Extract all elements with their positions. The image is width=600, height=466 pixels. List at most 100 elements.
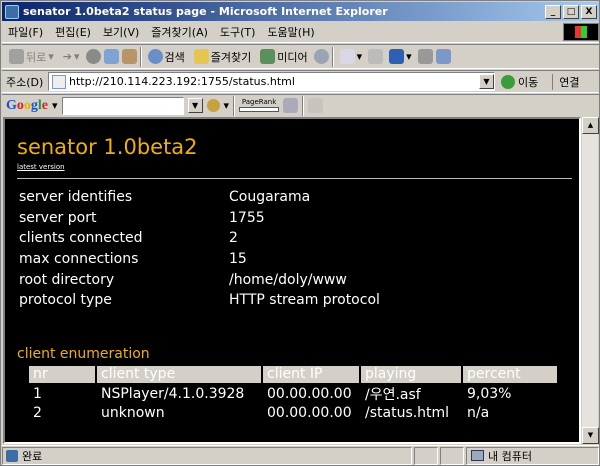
pagerank-label: PageRank (241, 98, 277, 106)
info-value: /home/doly/www (229, 271, 347, 288)
menu-edit[interactable]: 편집(E) (49, 24, 97, 40)
forward-arrow-icon: ➔ (62, 50, 72, 63)
info-row: max connections 15 (19, 249, 380, 270)
info-value: 15 (229, 251, 247, 268)
go-label: 이동 (518, 75, 539, 89)
toolbar-separator (331, 46, 334, 67)
forward-button[interactable]: ➔ ▾ (60, 49, 83, 64)
windows-logo-icon (563, 23, 599, 41)
menu-tools[interactable]: 도구(T) (214, 24, 262, 40)
google-logo-letter: o (23, 97, 31, 113)
media-button[interactable]: 미디어 (257, 48, 310, 66)
highlight-icon[interactable] (308, 98, 324, 113)
info-key: server port (19, 209, 97, 226)
history-icon[interactable] (313, 49, 329, 64)
messenger-icon[interactable] (435, 49, 451, 64)
column-header: client IP (263, 366, 359, 383)
home-icon[interactable] (121, 49, 137, 64)
zone-text: 내 컴퓨터 (488, 449, 532, 463)
chevron-down-icon: ▾ (74, 50, 80, 63)
google-logo-letter: g (30, 97, 38, 113)
info-row: protocol type HTTP stream protocol (19, 290, 380, 311)
google-search-input[interactable] (61, 96, 184, 115)
minimize-button[interactable]: _ (545, 4, 561, 19)
mail-icon (339, 49, 355, 64)
search-button[interactable]: 검색 (145, 48, 188, 66)
ie-icon (5, 4, 19, 19)
info-row: root directory /home/doly/www (19, 269, 380, 290)
chevron-down-icon: ▾ (356, 50, 363, 63)
table-header-row: nr client type client IP playing percent (29, 365, 559, 384)
menu-file[interactable]: 파일(F) (2, 24, 49, 40)
search-icon (147, 49, 163, 64)
info-value: 2 (229, 230, 238, 247)
computer-icon (471, 450, 484, 461)
column-header: client type (97, 366, 261, 383)
menu-bar: 파일(F) 편집(E) 보기(V) 즐겨찾기(A) 도구(T) 도움말(H) (2, 22, 599, 43)
favorites-button[interactable]: 즐겨찾기 (191, 48, 254, 66)
address-url[interactable]: http://210.114.223.192:1755/status.html (69, 75, 479, 88)
stop-icon[interactable] (85, 49, 101, 64)
google-search-dropdown-button[interactable]: ▼ (187, 98, 203, 113)
table-cell: NSPlayer/4.1.0.3928 (101, 385, 245, 402)
info-value: Cougarama (229, 189, 311, 206)
done-icon (6, 449, 18, 462)
table-cell: 1 (33, 385, 42, 402)
address-input[interactable]: http://210.114.223.192:1755/status.html … (48, 72, 495, 91)
chevron-down-icon: ▾ (48, 50, 54, 63)
chevron-down-icon[interactable]: ▾ (224, 99, 230, 112)
google-toolbar: Google ▾ ▼ ▾ PageRank (2, 94, 599, 116)
info-key: max connections (19, 251, 139, 268)
refresh-icon[interactable] (103, 49, 119, 64)
menu-help[interactable]: 도움말(H) (261, 24, 320, 40)
back-arrow-icon (9, 49, 24, 64)
google-logo[interactable]: Google (6, 98, 48, 114)
menu-favorites[interactable]: 즐겨찾기(A) (145, 24, 214, 40)
window-title: senator 1.0beta2 status page - Microsoft… (23, 5, 388, 18)
vertical-scrollbar[interactable]: ▲ ▼ (581, 117, 599, 444)
column-header: percent (463, 366, 557, 383)
google-logo-letter: G (6, 97, 17, 113)
info-value: 1755 (229, 209, 265, 226)
close-button[interactable]: X (581, 4, 597, 19)
discuss-icon[interactable] (417, 49, 433, 64)
pagerank-indicator: PageRank (239, 98, 280, 112)
status-panel (440, 446, 464, 465)
security-zone: 내 컴퓨터 (466, 446, 599, 465)
go-button[interactable]: 이동 (501, 74, 538, 90)
google-logo-letter: o (16, 97, 24, 113)
go-arrow-icon (501, 74, 515, 89)
address-dropdown-button[interactable]: ▼ (479, 74, 494, 89)
mail-button[interactable]: ▾ (337, 48, 366, 65)
toolbar-separator (233, 95, 236, 116)
page-content: senator 1.0beta2 latest version server i… (3, 117, 581, 444)
links-button[interactable]: 연결 (552, 73, 580, 90)
info-key: root directory (19, 271, 115, 288)
info-key: protocol type (19, 292, 112, 309)
chevron-down-icon[interactable]: ▾ (52, 99, 58, 112)
table-cell: 00.00.00.00 (267, 385, 352, 402)
google-search-icon[interactable] (206, 99, 220, 112)
edit-button[interactable]: ▾ (386, 48, 415, 65)
popup-blocker-icon[interactable] (283, 98, 299, 113)
page-heading: senator 1.0beta2 (17, 135, 198, 159)
maximize-button[interactable]: □ (563, 4, 579, 19)
print-icon[interactable] (368, 49, 384, 64)
word-icon (389, 49, 405, 64)
info-key: clients connected (19, 230, 143, 247)
media-label: 미디어 (277, 50, 308, 64)
horizontal-rule (17, 178, 572, 179)
info-value: HTTP stream protocol (229, 292, 380, 309)
latest-version-link[interactable]: latest version (17, 163, 65, 171)
back-button[interactable]: 뒤로 ▾ (6, 48, 57, 66)
menu-view[interactable]: 보기(V) (97, 24, 145, 40)
google-logo-letter: e (41, 97, 48, 113)
column-header: playing (361, 366, 461, 383)
chevron-down-icon: ▾ (406, 50, 412, 63)
status-bar: 완료 내 컴퓨터 (2, 445, 599, 465)
scroll-up-button[interactable]: ▲ (582, 117, 599, 134)
table-cell: 2 (33, 404, 42, 421)
title-bar[interactable]: senator 1.0beta2 status page - Microsoft… (2, 2, 599, 21)
pagerank-bar (239, 107, 280, 112)
scroll-down-button[interactable]: ▼ (582, 427, 599, 444)
